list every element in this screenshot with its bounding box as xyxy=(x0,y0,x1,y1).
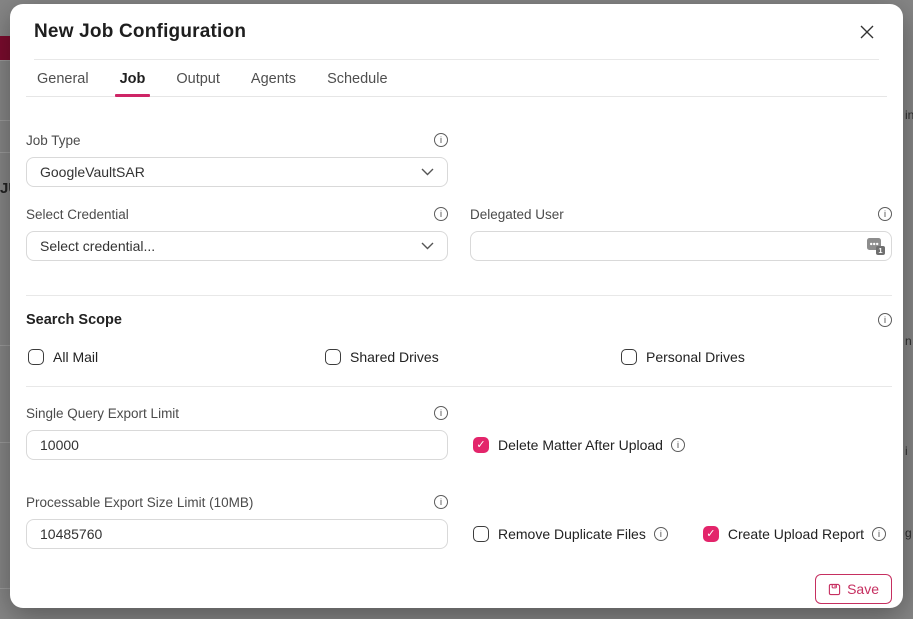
search-scope-heading: Search Scope xyxy=(26,312,122,328)
dialog-title: New Job Configuration xyxy=(34,21,246,43)
background-text-fragment: g xyxy=(905,526,913,540)
info-icon[interactable]: i xyxy=(872,527,886,541)
select-credential-field: Select Credential i Select credential... xyxy=(26,205,448,261)
tab-schedule[interactable]: Schedule xyxy=(325,60,389,97)
checkbox-icon: ✓ xyxy=(28,349,44,365)
info-icon[interactable]: i xyxy=(878,207,892,221)
info-icon[interactable]: i xyxy=(434,406,448,420)
save-button-label: Save xyxy=(847,581,879,597)
info-icon[interactable]: i xyxy=(434,495,448,509)
dialog-tabs: General Job Output Agents Schedule xyxy=(10,60,903,97)
checkbox-icon: ✓ xyxy=(473,437,489,453)
processable-export-size-limit-input[interactable] xyxy=(26,519,448,549)
info-icon[interactable]: i xyxy=(434,207,448,221)
chevron-down-icon xyxy=(421,242,434,250)
checkbox-label: Create Upload Report xyxy=(728,526,864,542)
svg-text:1: 1 xyxy=(878,246,882,255)
save-button[interactable]: Save xyxy=(815,574,892,604)
dialog-body: Job Type i GoogleVaultSAR xyxy=(10,97,903,608)
checkbox-icon: ✓ xyxy=(703,526,719,542)
processable-export-size-limit-label: Processable Export Size Limit (10MB) xyxy=(26,495,253,510)
checkbox-label: Delete Matter After Upload xyxy=(498,437,663,453)
checkbox-label: All Mail xyxy=(53,349,98,365)
section-divider xyxy=(26,386,892,387)
checkbox-label: Remove Duplicate Files xyxy=(498,526,646,542)
checkbox-personal-drives[interactable]: ✓ Personal Drives xyxy=(621,349,892,365)
tab-job[interactable]: Job xyxy=(118,60,148,97)
tab-general[interactable]: General xyxy=(35,60,91,97)
upload-options-row: ✓ Remove Duplicate Files i ✓ Create Uplo… xyxy=(470,519,892,549)
checkbox-label: Personal Drives xyxy=(646,349,745,365)
tab-output[interactable]: Output xyxy=(174,60,222,97)
delegated-user-field: Delegated User i 1 xyxy=(470,205,892,261)
single-query-export-limit-input[interactable] xyxy=(26,430,448,460)
checkbox-remove-duplicate-files[interactable]: ✓ Remove Duplicate Files xyxy=(473,526,646,542)
checkbox-create-upload-report[interactable]: ✓ Create Upload Report xyxy=(703,526,864,542)
search-scope-section: Search Scope i xyxy=(26,310,892,330)
info-icon[interactable]: i xyxy=(654,527,668,541)
job-type-label: Job Type xyxy=(26,133,81,148)
info-icon[interactable]: i xyxy=(434,133,448,147)
job-type-field: Job Type i GoogleVaultSAR xyxy=(26,131,448,187)
search-scope-options: ✓ All Mail ✓ Shared Drives ✓ Personal Dr… xyxy=(26,349,892,365)
checkbox-delete-matter-after-upload[interactable]: ✓ Delete Matter After Upload xyxy=(473,437,663,453)
background-text-fragment: in xyxy=(905,108,913,122)
checkbox-all-mail[interactable]: ✓ All Mail xyxy=(28,349,325,365)
chevron-down-icon xyxy=(421,168,434,176)
single-query-export-limit-label: Single Query Export Limit xyxy=(26,406,179,421)
checkbox-icon: ✓ xyxy=(473,526,489,542)
processable-export-size-limit-field: Processable Export Size Limit (10MB) i xyxy=(26,493,448,549)
checkbox-label: Shared Drives xyxy=(350,349,439,365)
dialog-header: New Job Configuration xyxy=(10,4,903,60)
info-icon[interactable]: i xyxy=(878,313,892,327)
screen-backdrop: JU in n i g New Job Configuration Genera… xyxy=(0,0,913,619)
single-query-export-limit-field: Single Query Export Limit i xyxy=(26,404,448,460)
autofill-extension-icon[interactable]: 1 xyxy=(866,236,886,256)
tab-agents[interactable]: Agents xyxy=(249,60,298,97)
job-type-select[interactable]: GoogleVaultSAR xyxy=(26,157,448,187)
background-text-fragment: i xyxy=(905,444,913,458)
save-icon xyxy=(828,583,841,596)
checkbox-icon: ✓ xyxy=(621,349,637,365)
section-divider xyxy=(26,295,892,296)
select-credential-select[interactable]: Select credential... xyxy=(26,231,448,261)
background-text-fragment: n xyxy=(905,334,913,348)
close-icon[interactable] xyxy=(855,20,879,44)
info-icon[interactable]: i xyxy=(671,438,685,452)
checkbox-shared-drives[interactable]: ✓ Shared Drives xyxy=(325,349,621,365)
delegated-user-label: Delegated User xyxy=(470,207,564,222)
new-job-configuration-dialog: New Job Configuration General Job Output… xyxy=(10,4,903,608)
delete-matter-row: ✓ Delete Matter After Upload i xyxy=(470,430,892,460)
checkbox-icon: ✓ xyxy=(325,349,341,365)
dialog-footer: Save xyxy=(26,574,892,604)
job-type-value: GoogleVaultSAR xyxy=(40,164,145,180)
select-credential-label: Select Credential xyxy=(26,207,129,222)
delegated-user-input[interactable] xyxy=(470,231,892,261)
select-credential-value: Select credential... xyxy=(40,238,155,254)
